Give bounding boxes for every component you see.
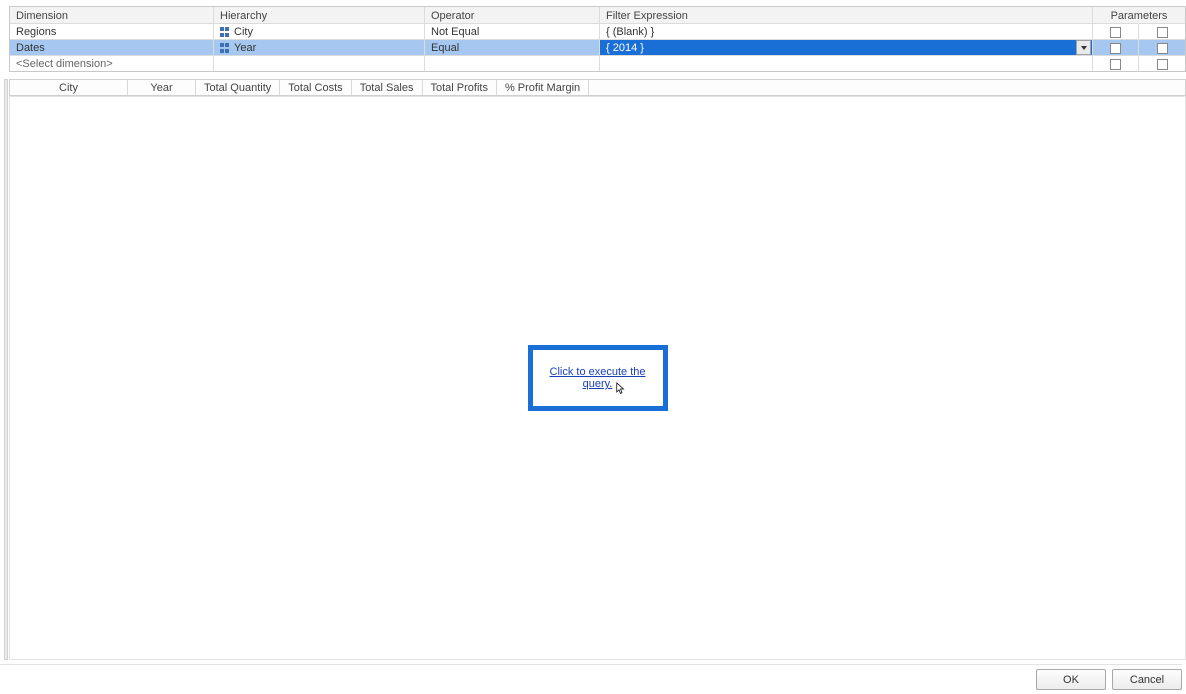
cell-operator[interactable] (425, 56, 600, 71)
left-rail (4, 79, 8, 660)
cell-hierarchy[interactable]: City (214, 24, 425, 39)
col-header-operator[interactable]: Operator (425, 7, 600, 23)
checkbox-icon[interactable] (1157, 59, 1168, 70)
hierarchy-icon (220, 43, 230, 53)
preview-area: Click to execute the query. (9, 96, 1186, 660)
cell-operator[interactable]: Equal (425, 40, 600, 55)
result-columns-header: City Year Total Quantity Total Costs Tot… (9, 79, 1186, 96)
col-year[interactable]: Year (128, 80, 196, 95)
cell-operator[interactable]: Not Equal (425, 24, 600, 39)
filter-row-placeholder[interactable]: <Select dimension> (10, 55, 1185, 71)
cell-dimension[interactable]: Regions (10, 24, 214, 39)
cell-hierarchy-label: Year (234, 41, 256, 55)
cell-param2[interactable] (1139, 40, 1185, 55)
cell-dimension[interactable]: Dates (10, 40, 214, 55)
checkbox-icon[interactable] (1157, 43, 1168, 54)
cell-hierarchy-label: City (234, 25, 253, 39)
col-total-costs[interactable]: Total Costs (280, 80, 351, 95)
col-header-hierarchy[interactable]: Hierarchy (214, 7, 425, 23)
execute-query-link[interactable]: Click to execute the query. (533, 366, 663, 390)
filter-row-regions[interactable]: Regions City Not Equal { (Blank) } (10, 23, 1185, 39)
cell-filter-expression[interactable]: { 2014 } (600, 40, 1093, 55)
cancel-button[interactable]: Cancel (1112, 669, 1182, 690)
cell-filter-expression-value: { 2014 } (606, 41, 644, 55)
cell-param1[interactable] (1093, 40, 1139, 55)
cell-dimension-placeholder[interactable]: <Select dimension> (10, 56, 214, 71)
cell-hierarchy[interactable]: Year (214, 40, 425, 55)
col-total-sales[interactable]: Total Sales (352, 80, 423, 95)
col-header-filter-expression[interactable]: Filter Expression (600, 7, 1093, 23)
checkbox-icon[interactable] (1157, 27, 1168, 38)
cell-filter-expression[interactable]: { (Blank) } (600, 24, 1093, 39)
col-header-parameters[interactable]: Parameters (1093, 7, 1185, 23)
cell-param2[interactable] (1139, 24, 1185, 39)
cell-filter-expression[interactable] (600, 56, 1093, 71)
execute-box: Click to execute the query. (528, 345, 668, 411)
hierarchy-icon (220, 27, 230, 37)
ok-button[interactable]: OK (1036, 669, 1106, 690)
col-city[interactable]: City (10, 80, 128, 95)
dropdown-button[interactable] (1076, 40, 1091, 55)
checkbox-icon[interactable] (1110, 43, 1121, 54)
cell-param1[interactable] (1093, 24, 1139, 39)
filter-grid-header: Dimension Hierarchy Operator Filter Expr… (10, 7, 1185, 23)
checkbox-icon[interactable] (1110, 27, 1121, 38)
col-total-quantity[interactable]: Total Quantity (196, 80, 280, 95)
col-profit-margin[interactable]: % Profit Margin (497, 80, 589, 95)
col-header-dimension[interactable]: Dimension (10, 7, 214, 23)
checkbox-icon[interactable] (1110, 59, 1121, 70)
filter-row-dates[interactable]: Dates Year Equal { 2014 } (10, 39, 1185, 55)
col-total-profits[interactable]: Total Profits (423, 80, 497, 95)
cell-hierarchy[interactable] (214, 56, 425, 71)
bottom-bar: OK Cancel (0, 664, 1182, 690)
cell-param1[interactable] (1093, 56, 1139, 71)
cell-param2[interactable] (1139, 56, 1185, 71)
filter-grid: Dimension Hierarchy Operator Filter Expr… (9, 6, 1186, 72)
